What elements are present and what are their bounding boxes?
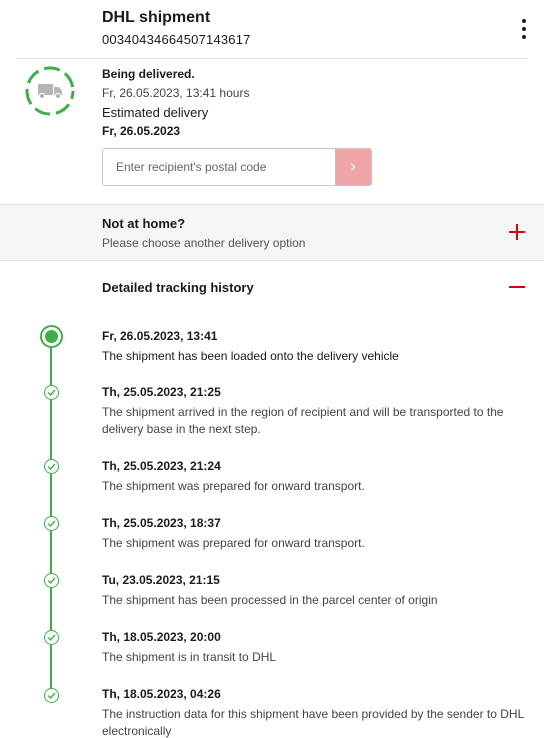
event-text: The shipment was prepared for onward tra… [102,536,365,550]
event-date: Th, 25.05.2023, 18:37 [102,516,221,530]
postal-code-submit-button[interactable]: › [335,149,371,185]
event-date: Th, 18.05.2023, 04:26 [102,687,221,701]
truck-icon [38,84,62,100]
tracking-history-header[interactable]: Detailed tracking history [0,262,544,312]
tracking-history-title: Detailed tracking history [102,280,254,295]
not-at-home-title: Not at home? [102,216,186,231]
tracking-event: Th, 25.05.2023, 21:25 The shipment arriv… [102,384,527,438]
tracking-event: Th, 18.05.2023, 20:00 The shipment is in… [102,629,527,666]
check-icon [44,459,59,474]
event-text: The shipment has been processed in the p… [102,593,438,607]
estimate-label: Estimated delivery [102,105,209,120]
header-divider [16,58,528,59]
tracking-event: Fr, 26.05.2023, 13:41 The shipment has b… [102,328,527,365]
tracking-event: Th, 25.05.2023, 21:24 The shipment was p… [102,458,527,495]
delivery-progress-ring [25,66,75,116]
collapse-minus-icon[interactable] [509,286,525,288]
event-date: Tu, 23.05.2023, 21:15 [102,573,220,587]
event-date: Th, 18.05.2023, 20:00 [102,630,221,644]
event-text: The shipment arrived in the region of re… [102,405,504,436]
expand-plus-icon[interactable] [509,224,525,240]
not-at-home-section[interactable]: Not at home? Please choose another deliv… [0,204,544,261]
event-date: Fr, 26.05.2023, 13:41 [102,329,218,343]
check-icon [44,573,59,588]
event-date: Th, 25.05.2023, 21:24 [102,459,221,473]
event-text: The shipment was prepared for onward tra… [102,479,365,493]
tracking-number: 00340434664507143617 [102,32,251,47]
tracking-event: Th, 18.05.2023, 04:26 The instruction da… [102,686,527,738]
event-text: The shipment is in transit to DHL [102,650,277,664]
not-at-home-subtitle: Please choose another delivery option [102,236,306,250]
more-options-icon[interactable] [516,18,532,40]
tracking-event: Tu, 23.05.2023, 21:15 The shipment has b… [102,572,527,609]
estimate-date: Fr, 26.05.2023 [102,124,181,138]
shipment-header: DHL shipment 00340434664507143617 [0,0,544,58]
check-icon [44,385,59,400]
status-headline: Being delivered. [102,67,195,81]
page-title: DHL shipment [102,9,211,26]
check-icon [44,630,59,645]
delivery-status: Being delivered. Fr, 26.05.2023, 13:41 h… [102,65,249,141]
tracking-event: Th, 25.05.2023, 18:37 The shipment was p… [102,515,527,552]
event-text: The shipment has been loaded onto the de… [102,349,399,363]
chevron-right-icon: › [350,158,356,175]
check-icon [44,688,59,703]
status-timestamp: Fr, 26.05.2023, 13:41 hours [102,86,250,100]
timeline-current-dot [40,325,63,348]
postal-code-form: › [102,148,372,186]
event-date: Th, 25.05.2023, 21:25 [102,385,221,399]
event-text: The instruction data for this shipment h… [102,707,524,738]
postal-code-input[interactable] [103,149,336,185]
check-icon [44,516,59,531]
